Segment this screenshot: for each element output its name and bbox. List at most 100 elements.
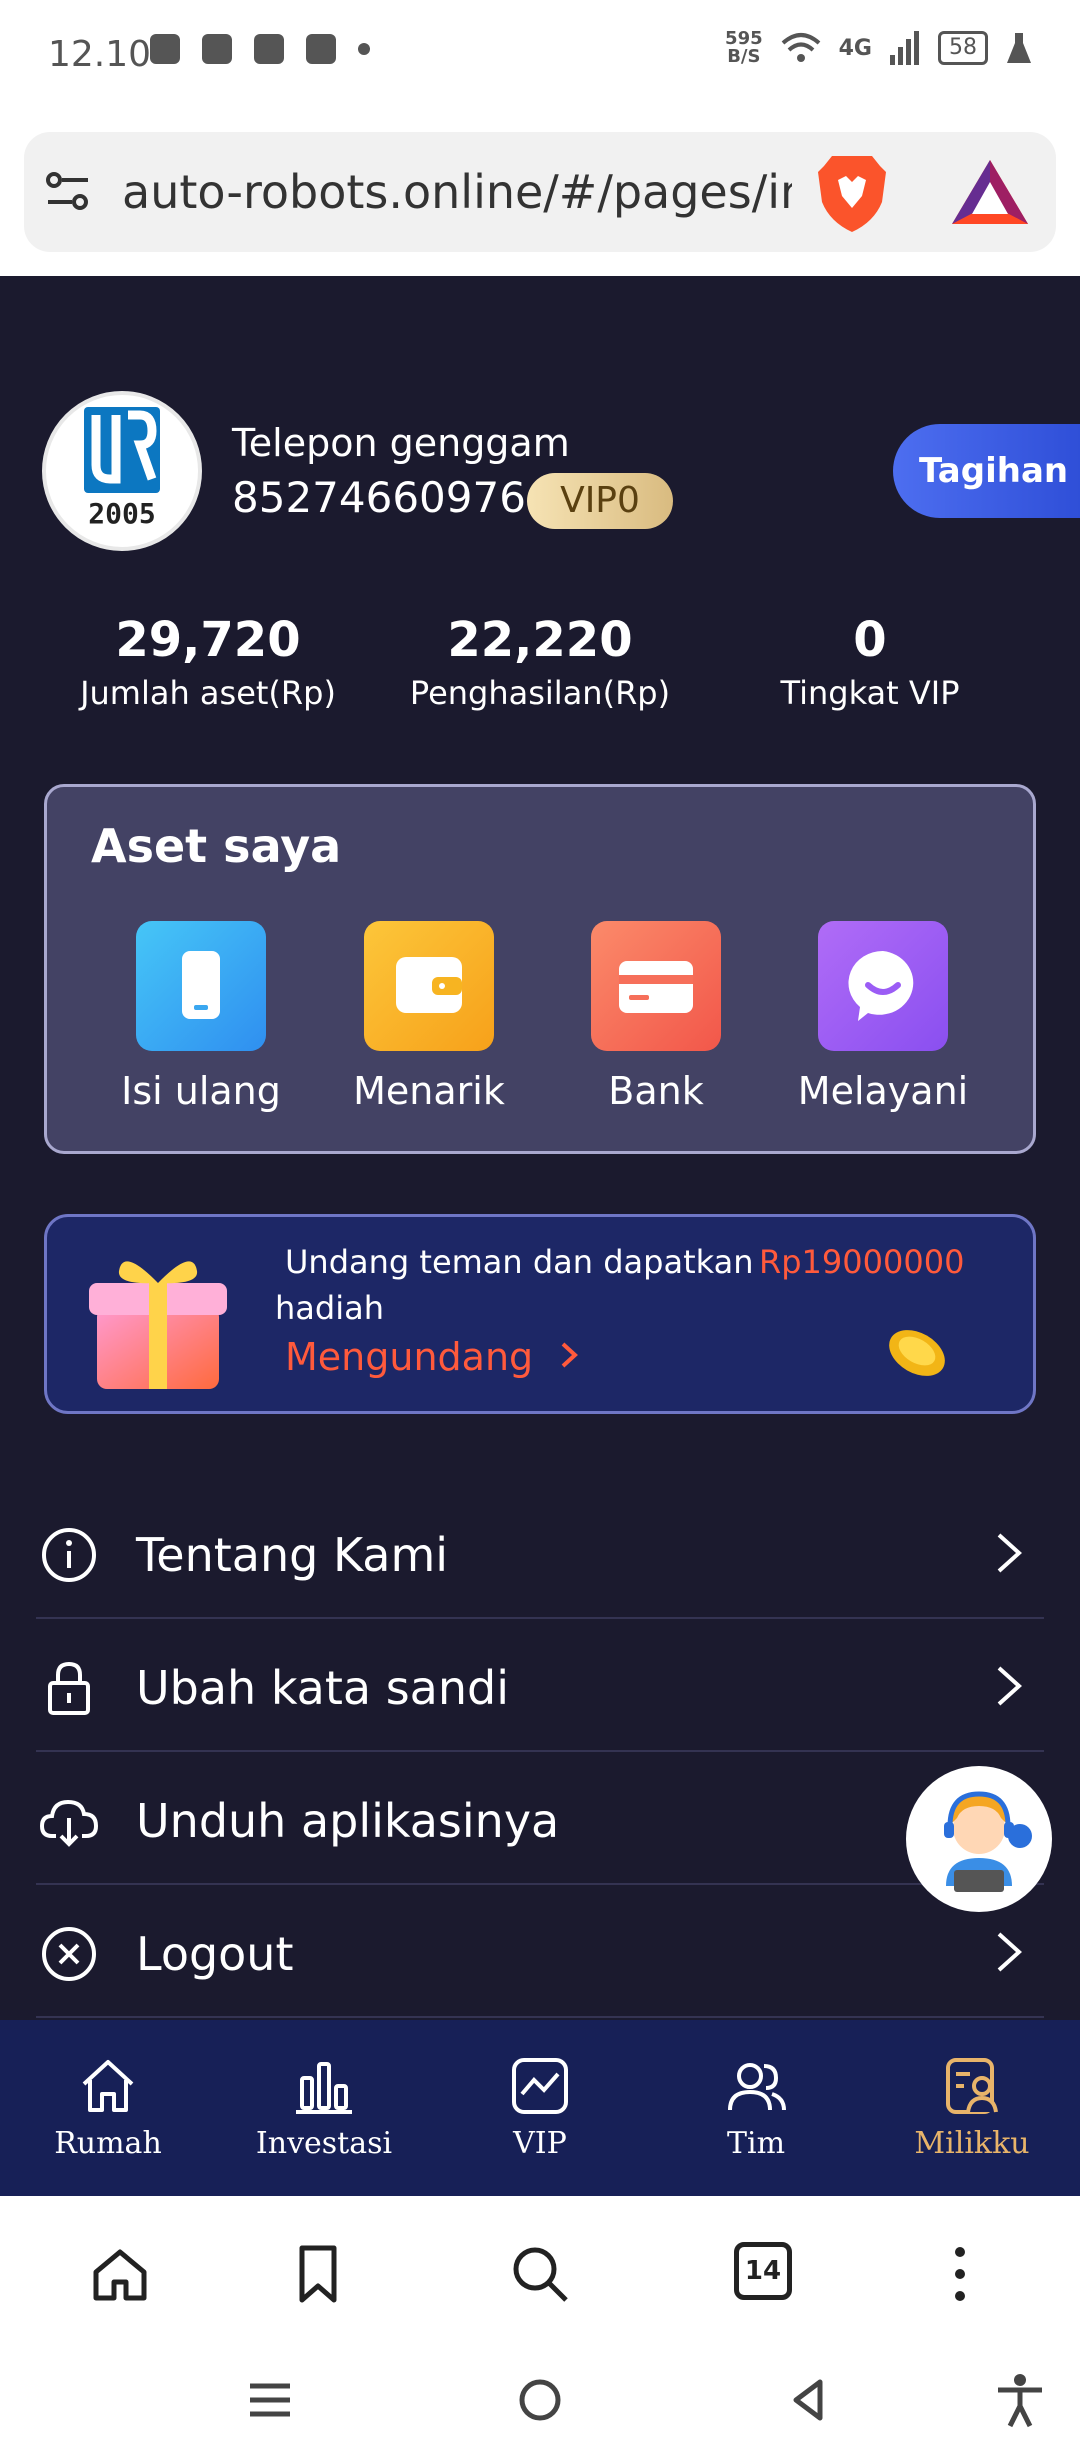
coin-icon xyxy=(889,1330,945,1376)
my-assets-card: Aset saya Isi ulang Menarik Bank Melayan… xyxy=(44,784,1036,1154)
vip-badge: VIP0 xyxy=(527,473,673,529)
tiktok-icon xyxy=(150,34,180,64)
logo-year: 2005 xyxy=(88,497,156,530)
network-type: 4G xyxy=(838,35,872,61)
asset-label: Menarik xyxy=(353,1069,505,1113)
asset-label: Melayani xyxy=(797,1069,969,1113)
profile-icon xyxy=(946,2058,998,2114)
address-bar[interactable]: auto-robots.online/#/pages/inc xyxy=(24,132,1056,252)
battery-indicator: 58 xyxy=(938,31,988,65)
site-settings-icon[interactable] xyxy=(44,168,92,216)
asset-label: Isi ulang xyxy=(121,1069,281,1113)
more-menu-icon[interactable] xyxy=(928,2242,992,2306)
chevron-right-icon xyxy=(997,1666,1022,1706)
tab-label: Investasi xyxy=(255,2126,393,2161)
bank-button[interactable]: Bank xyxy=(556,921,756,1113)
system-nav-bar xyxy=(0,2346,1080,2460)
browser-toolbar: 14 xyxy=(0,2196,1080,2346)
invite-banner[interactable]: Undang teman dan dapatkan Rp19000000 had… xyxy=(44,1214,1036,1414)
tab-label: Milikku xyxy=(914,2126,1030,2161)
tab-home[interactable]: Rumah xyxy=(8,2054,208,2161)
menu-label: Logout xyxy=(136,1927,294,1981)
menu-item-about[interactable]: Tentang Kami xyxy=(36,1486,1044,1619)
stat-label: Penghasilan(Rp) xyxy=(409,674,671,712)
cloud-download-icon xyxy=(40,1799,98,1847)
wifi-icon xyxy=(781,33,820,62)
url-text[interactable]: auto-robots.online/#/pages/inc xyxy=(122,165,792,219)
flask-icon xyxy=(1007,33,1031,63)
status-time: 12.10 xyxy=(48,34,152,75)
tab-profile[interactable]: Milikku xyxy=(872,2054,1072,2161)
chat-icon xyxy=(818,921,948,1051)
accessibility-icon[interactable] xyxy=(990,2370,1050,2430)
tabs-counter-button[interactable]: 14 xyxy=(734,2242,792,2300)
service-button[interactable]: Melayani xyxy=(783,921,983,1113)
back-icon[interactable] xyxy=(780,2370,840,2430)
withdraw-button[interactable]: Menarik xyxy=(329,921,529,1113)
app-tab-bar: Rumah Investasi VIP Tim Milikku xyxy=(0,2020,1080,2196)
stats-row: 29,720 Jumlah aset(Rp) 22,220 Penghasila… xyxy=(0,612,1080,732)
menu-item-logout[interactable]: Logout xyxy=(36,1885,1044,2018)
customer-service-button[interactable] xyxy=(906,1766,1052,1912)
menu-item-download-app[interactable]: Unduh aplikasinya xyxy=(36,1752,1044,1885)
menu-label: Tentang Kami xyxy=(136,1528,449,1582)
status-bar: 12.10 595 B/S 4G 58 xyxy=(0,0,1080,110)
stat-value: 22,220 xyxy=(447,612,633,668)
account-page: 2005 Telepon genggam 85274660976 VIP0 Ta… xyxy=(0,276,1080,2196)
stat-value: 0 xyxy=(853,612,887,668)
info-icon xyxy=(42,1528,96,1582)
users-icon xyxy=(728,2063,786,2111)
notification-icons xyxy=(150,34,370,64)
message-icon xyxy=(202,34,232,64)
wallet-icon xyxy=(364,921,494,1051)
chevron-right-icon xyxy=(561,1342,579,1368)
brave-shields-icon[interactable] xyxy=(814,152,890,234)
stat-label: Tingkat VIP xyxy=(780,674,960,712)
tab-vip[interactable]: VIP xyxy=(440,2054,640,2161)
recent-apps-icon[interactable] xyxy=(240,2370,300,2430)
close-circle-icon xyxy=(42,1927,96,1981)
recharge-button[interactable]: Isi ulang xyxy=(101,921,301,1113)
net-speed-unit: B/S xyxy=(727,46,761,67)
status-right: 595 B/S 4G 58 xyxy=(725,30,1032,66)
tab-team[interactable]: Tim xyxy=(656,2054,856,2161)
lock-icon xyxy=(48,1661,90,1715)
tab-label: VIP xyxy=(513,2126,567,2161)
stat-total-assets: 29,720 Jumlah aset(Rp) xyxy=(48,612,368,712)
invite-link[interactable]: Mengundang xyxy=(285,1335,581,1379)
trend-icon xyxy=(512,2058,568,2114)
support-agent-icon xyxy=(944,1791,1032,1892)
brave-rewards-icon[interactable] xyxy=(950,156,1030,228)
home-icon[interactable] xyxy=(88,2242,152,2306)
settings-menu: Tentang Kami Ubah kata sandi Unduh aplik… xyxy=(36,1486,1044,2018)
invite-text-2: hadiah xyxy=(275,1289,384,1327)
stat-income: 22,220 Penghasilan(Rp) xyxy=(380,612,700,712)
gift-icon xyxy=(89,1261,227,1389)
user-phone: 85274660976 xyxy=(232,473,526,522)
home-circle-icon[interactable] xyxy=(510,2370,570,2430)
phone-icon xyxy=(136,921,266,1051)
more-dot-icon xyxy=(358,43,370,55)
invite-amount: Rp19000000 xyxy=(759,1243,965,1281)
stat-vip-level: 0 Tingkat VIP xyxy=(710,612,1030,712)
asset-label: Bank xyxy=(608,1069,704,1113)
signal-icon xyxy=(890,31,919,65)
menu-item-change-password[interactable]: Ubah kata sandi xyxy=(36,1619,1044,1752)
tab-label: Tim xyxy=(726,2126,786,2161)
search-icon[interactable] xyxy=(508,2242,572,2306)
tab-investment[interactable]: Investasi xyxy=(224,2054,424,2161)
bill-button[interactable]: Tagihan xyxy=(893,424,1080,518)
menu-label: Unduh aplikasinya xyxy=(136,1794,560,1848)
invite-text: Undang teman dan dapatkan xyxy=(285,1243,754,1281)
bookmark-icon[interactable] xyxy=(286,2242,350,2306)
user-label: Telepon genggam xyxy=(232,421,570,465)
invite-link-label: Mengundang xyxy=(285,1335,534,1379)
home-icon xyxy=(82,2060,134,2112)
tab-label: Rumah xyxy=(54,2126,162,2161)
avatar: 2005 xyxy=(42,391,202,551)
assets-title: Aset saya xyxy=(91,819,342,873)
app-icon xyxy=(254,34,284,64)
menu-label: Ubah kata sandi xyxy=(136,1661,509,1715)
stat-value: 29,720 xyxy=(115,612,301,668)
chevron-right-icon xyxy=(997,1533,1022,1573)
